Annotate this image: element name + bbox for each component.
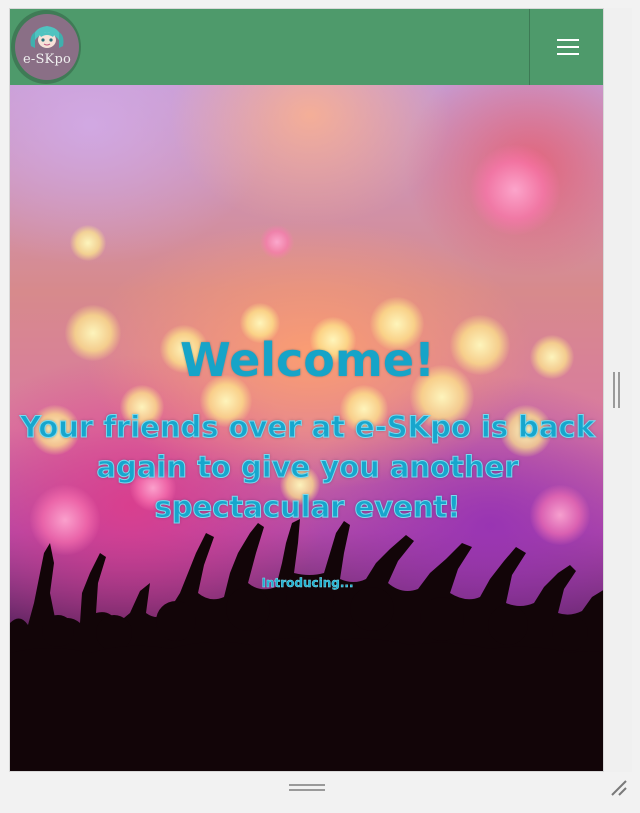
hamburger-menu-button[interactable] bbox=[530, 9, 603, 85]
brand-logo[interactable]: e-SKpo bbox=[11, 10, 81, 84]
crowd-silhouette bbox=[10, 519, 603, 771]
logo-badge: e-SKpo bbox=[15, 14, 79, 80]
hero-tagline: Your friends over at e-SKpo is back agai… bbox=[20, 410, 596, 525]
bokeh-light bbox=[70, 225, 106, 261]
anime-mascot-icon bbox=[30, 26, 64, 48]
introducing-text: Introducing... bbox=[261, 576, 354, 590]
page-frame: e-SKpo Welcome! Your friends over at e-S… bbox=[9, 8, 604, 772]
logo-text: e-SKpo bbox=[22, 52, 72, 67]
horizontal-drag-handle-icon[interactable] bbox=[289, 783, 325, 793]
bokeh-light bbox=[470, 145, 560, 235]
hero-banner: Welcome! Your friends over at e-SKpo is … bbox=[10, 85, 603, 771]
bokeh-light bbox=[260, 225, 294, 259]
navbar: e-SKpo bbox=[10, 9, 603, 85]
resize-corner-icon[interactable] bbox=[608, 777, 628, 797]
hamburger-menu-icon bbox=[556, 39, 579, 55]
vertical-drag-handle-icon[interactable] bbox=[611, 372, 623, 408]
welcome-heading: Welcome! bbox=[179, 333, 436, 387]
